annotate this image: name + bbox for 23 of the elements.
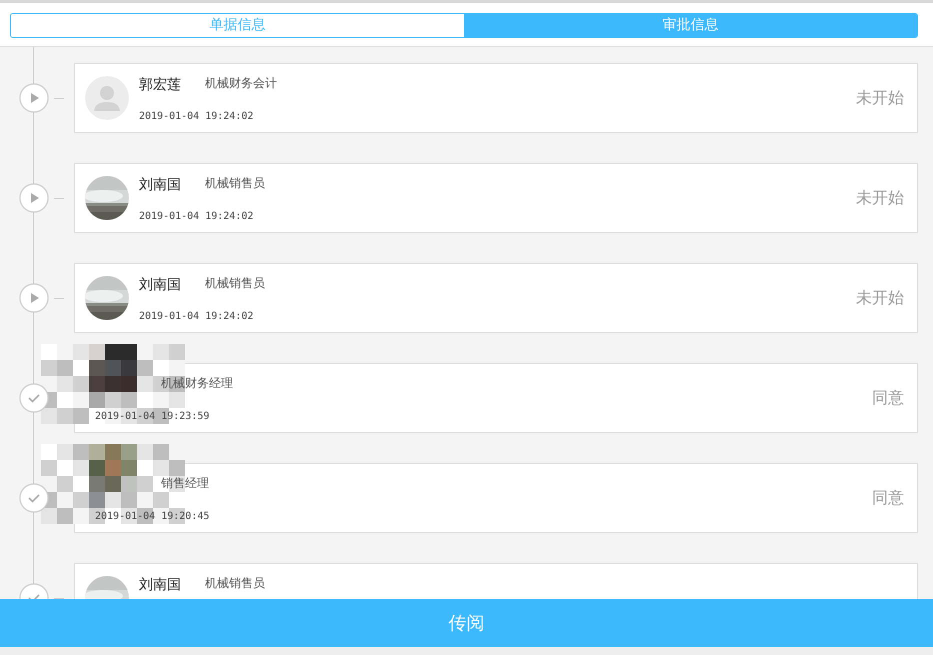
person-name: 刘南国 [139, 276, 181, 295]
approval-status: 未开始 [856, 287, 904, 309]
approval-status: 同意 [872, 387, 904, 409]
timestamp: 2019-01-04 19:20:45 [95, 510, 210, 524]
circulate-button[interactable]: 传阅 [0, 599, 933, 647]
avatar-icon [85, 76, 129, 120]
tab[interactable]: 审批信息 [464, 14, 917, 37]
approval-status: 未开始 [856, 187, 904, 209]
timestamp: 2019-01-04 19:24:02 [139, 310, 254, 324]
timestamp: 2019-01-04 19:24:02 [139, 110, 254, 124]
timestamp: 2019-01-04 19:23:59 [95, 410, 210, 424]
job-title: 机械销售员 [205, 275, 265, 292]
job-title: 销售经理 [161, 475, 209, 492]
person-name: 郭宏莲 [139, 76, 181, 95]
timestamp: 2019-01-04 19:24:02 [139, 210, 254, 224]
approval-status: 同意 [872, 487, 904, 509]
approval-status: 未开始 [856, 87, 904, 109]
job-title: 机械销售员 [205, 575, 265, 592]
job-title: 机械销售员 [205, 175, 265, 192]
job-title: 机械财务经理 [161, 375, 233, 392]
person-name: 刘南国 [139, 176, 181, 195]
person-name: 刘南国 [139, 576, 181, 595]
job-title: 机械财务会计 [205, 75, 277, 92]
